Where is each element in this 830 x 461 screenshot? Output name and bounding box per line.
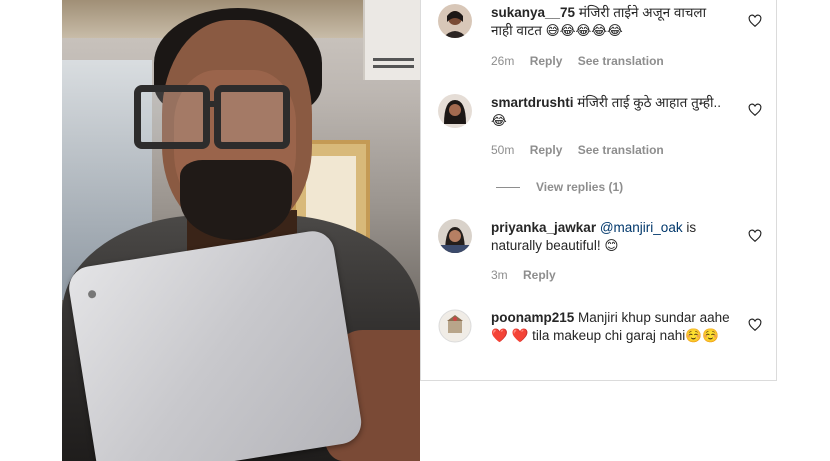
air-conditioner — [363, 0, 420, 80]
view-replies-button[interactable]: View replies (1) — [496, 180, 623, 194]
comment-body: sukanya__75 मंजिरी ताईने अजून वाचला नाही… — [491, 4, 731, 40]
reply-button[interactable]: Reply — [523, 268, 556, 282]
comment-body: poonamp215 Manjiri khup sundar aahe ❤️ ❤… — [491, 309, 731, 345]
comment-time: 26m — [491, 54, 515, 68]
apple-logo-icon — [208, 360, 247, 401]
avatar[interactable] — [438, 94, 472, 128]
comment-meta: 3m Reply — [491, 268, 568, 282]
comment-meta: 50m Reply See translation — [491, 143, 676, 157]
view-replies-label: View replies (1) — [536, 180, 624, 194]
heart-icon[interactable] — [748, 229, 762, 243]
comment-mention[interactable]: @manjiri_oak — [600, 220, 683, 235]
comment-time: 3m — [491, 268, 508, 282]
post-media[interactable] — [62, 0, 420, 461]
comment-username[interactable]: sukanya__75 — [491, 5, 575, 20]
avatar[interactable] — [438, 309, 472, 343]
comment-time: 50m — [491, 143, 515, 157]
comment-username[interactable]: poonamp215 — [491, 310, 574, 325]
comment-username[interactable]: smartdrushti — [491, 95, 574, 110]
heart-icon[interactable] — [748, 318, 762, 332]
person-glasses — [134, 85, 294, 149]
heart-icon[interactable] — [748, 103, 762, 117]
tablet-camera — [87, 289, 97, 299]
reply-button[interactable]: Reply — [530, 143, 563, 157]
comments-bottom-border — [420, 380, 777, 381]
comment-username[interactable]: priyanka_jawkar — [491, 220, 596, 235]
comment-body: smartdrushti मंजिरी ताई कुठे आहात तुम्ही… — [491, 94, 731, 130]
see-translation-button[interactable]: See translation — [578, 54, 664, 68]
panel-divider — [420, 0, 421, 380]
avatar[interactable] — [438, 4, 472, 38]
tablet-device — [66, 228, 365, 461]
heart-icon[interactable] — [748, 14, 762, 28]
view-replies-line — [496, 187, 520, 189]
avatar[interactable] — [438, 219, 472, 253]
panel-right-edge — [776, 0, 777, 380]
see-translation-button[interactable]: See translation — [578, 143, 664, 157]
comment-body: priyanka_jawkar @manjiri_oak is naturall… — [491, 219, 731, 255]
reply-button[interactable]: Reply — [530, 54, 563, 68]
comment-meta: 26m Reply See translation — [491, 54, 676, 68]
person-beard — [180, 160, 292, 240]
